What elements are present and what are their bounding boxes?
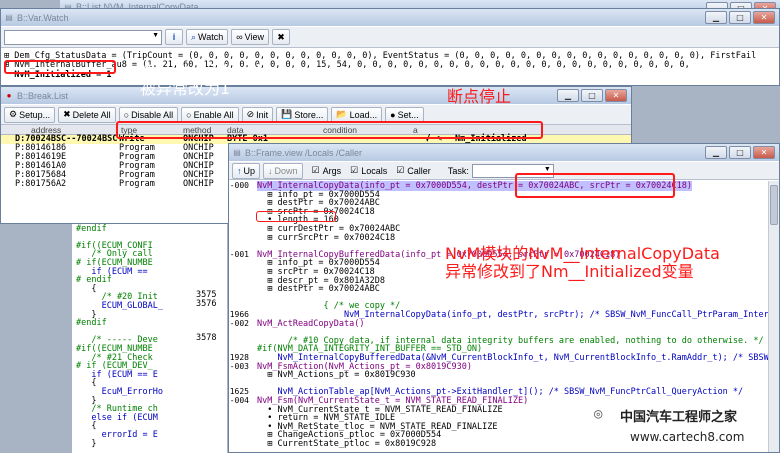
close-button[interactable]: ✕	[605, 89, 627, 102]
minimize-button[interactable]: ▁	[557, 89, 579, 102]
delete-all-icon: ✖	[63, 109, 71, 119]
annotation-nvm-copy: NvM模块的NvM__InternalCopyData 异常修改到了Nm__In…	[445, 244, 720, 282]
var-watch-title: B::Var.Watch	[17, 12, 69, 23]
source-line[interactable]: #endif	[76, 224, 107, 234]
setup-icon: ⚙	[9, 109, 18, 119]
source-line-number: 3578	[196, 333, 217, 343]
break-cell-address: P:801756A2	[15, 179, 67, 189]
up-button[interactable]: ↑ Up	[232, 162, 261, 179]
frame-line[interactable]: ⊞ destPtr = 0x70024ABC	[257, 284, 380, 294]
close-button[interactable]: ✕	[753, 146, 775, 159]
source-line[interactable]: }	[76, 439, 96, 449]
frame-scrollbar-thumb[interactable]	[770, 185, 778, 225]
enable-all-label: Enable All	[193, 109, 234, 120]
set-label: Set...	[397, 109, 419, 120]
frame-line[interactable]: ⊞ NvM_Actions_pt = 0x8019C930	[257, 370, 415, 380]
setup-button[interactable]: ⚙ Setup...	[4, 106, 56, 123]
frame-line-number: -003	[229, 361, 249, 371]
frame-line-number: -004	[229, 396, 249, 405]
length-highlight	[256, 211, 336, 222]
arrow-down-icon: ↓	[268, 165, 273, 176]
annotation-nm-initialized: Nm__Initialized	[140, 61, 261, 80]
var-watch-window: ▤ B::Var.Watch ▁ □ ✕ ▼ i ⌕ Watch ∞ View ✖ ⊞ …	[0, 8, 780, 86]
break-cell-method: ONCHIP	[183, 179, 214, 189]
view-button[interactable]: ∞ View	[231, 29, 269, 45]
frame-view-title: B::Frame.view /Locals /Caller	[245, 147, 363, 158]
caller-checkbox[interactable]: ☑	[396, 165, 404, 176]
nm-initialized-highlight	[4, 60, 116, 74]
args-label: Args	[322, 165, 342, 176]
up-button-label: Up	[243, 165, 256, 176]
watermark: ◎ 中国汽车工程师之家 www.cartech8.com	[592, 400, 780, 452]
watch-button[interactable]: ⌕ Watch	[186, 29, 229, 45]
frame-line-number: -000	[229, 181, 249, 190]
setup-label: Setup...	[19, 109, 51, 120]
init-label: Init	[256, 109, 269, 120]
minimize-button[interactable]: ▁	[705, 11, 727, 24]
store-icon: 💾	[281, 109, 293, 119]
load-icon: 📂	[336, 109, 348, 119]
down-button[interactable]: ↓ Down	[263, 162, 303, 179]
annotation-changed-to-1: 被异常改为1	[140, 79, 231, 98]
minimize-button[interactable]: ▁	[705, 146, 727, 159]
load-label: Load...	[349, 109, 378, 120]
source-line-number: 3576	[196, 298, 217, 309]
locals-checkbox[interactable]: ☑	[350, 165, 358, 176]
frame-icon: ▤	[233, 148, 241, 157]
break-list-title: B::Break.List	[17, 90, 69, 101]
break-icon: ●	[6, 91, 12, 100]
delete-all-label: Delete All	[72, 109, 111, 120]
watermark-title: 中国汽车工程师之家	[620, 410, 738, 425]
enable-all-icon: ○	[186, 109, 192, 120]
source-line[interactable]: #endif	[76, 318, 107, 328]
chevron-down-icon[interactable]: ▼	[152, 32, 159, 39]
frame-line-number: -002	[229, 318, 249, 328]
down-button-label: Down	[274, 165, 298, 176]
maximize-button[interactable]: □	[729, 11, 751, 24]
init-icon: ⊘	[246, 109, 255, 119]
args-checkbox[interactable]: ☑	[312, 165, 320, 176]
watch-button-label: Watch	[198, 32, 224, 42]
frame-line-number: -001	[229, 249, 249, 259]
watch-icon: ⌕	[191, 31, 197, 42]
delete-all-button[interactable]: ✖ Delete All	[58, 106, 116, 123]
var-watch-titlebar: ▤ B::Var.Watch ▁ □ ✕	[1, 9, 779, 26]
dest-src-highlight	[515, 173, 675, 198]
frame-view-toolbar: ↑ Up ↓ Down ☑ Args ☑ Locals ☑ Caller Task: ▼	[229, 162, 779, 180]
annotation-breakpoint-stop: 断点停止	[447, 87, 512, 106]
frame-view-titlebar: ▤ B::Frame.view /Locals /Caller ▁ □ ✕	[229, 144, 779, 161]
break-row-highlight	[116, 121, 543, 139]
wechat-icon: ◎	[594, 406, 603, 422]
clear-button[interactable]: ✖	[272, 29, 290, 45]
view-button-label: View	[244, 32, 264, 42]
task-label: Task:	[447, 165, 469, 176]
info-button[interactable]: i	[165, 29, 183, 45]
arrow-up-icon: ↑	[237, 165, 242, 176]
set-icon: ●	[390, 109, 396, 120]
left-linenos: 3575 3576 3578	[196, 290, 224, 343]
caller-label: Caller	[407, 165, 431, 176]
trace32-icon: ▤	[5, 13, 13, 22]
break-list-titlebar: ● B::Break.List ▁ □ ✕	[1, 87, 631, 104]
disable-all-label: Disable All	[131, 109, 174, 120]
maximize-button[interactable]: □	[729, 146, 751, 159]
break-cell-type: Program	[119, 179, 155, 189]
frame-line[interactable]: ⊞ currSrcPtr = 0x70024C18	[257, 233, 395, 243]
disable-all-icon: ○	[123, 109, 130, 120]
store-label: Store...	[294, 109, 324, 120]
close-button[interactable]: ✕	[753, 11, 775, 24]
glasses-icon: ∞	[236, 32, 243, 42]
watch-expression-input[interactable]: ▼	[4, 29, 162, 45]
chevron-down-icon[interactable]: ▼	[544, 166, 551, 173]
var-watch-toolbar: ▼ i ⌕ Watch ∞ View ✖	[1, 27, 779, 48]
frame-line[interactable]: ⊞ CurrentState_ptloc = 0x8019C928	[257, 439, 436, 449]
watermark-url: www.cartech8.com	[630, 430, 745, 444]
maximize-button[interactable]: □	[581, 89, 603, 102]
locals-label: Locals	[361, 165, 388, 176]
frame-line[interactable]: NvM_ActReadCopyData()	[257, 319, 364, 329]
